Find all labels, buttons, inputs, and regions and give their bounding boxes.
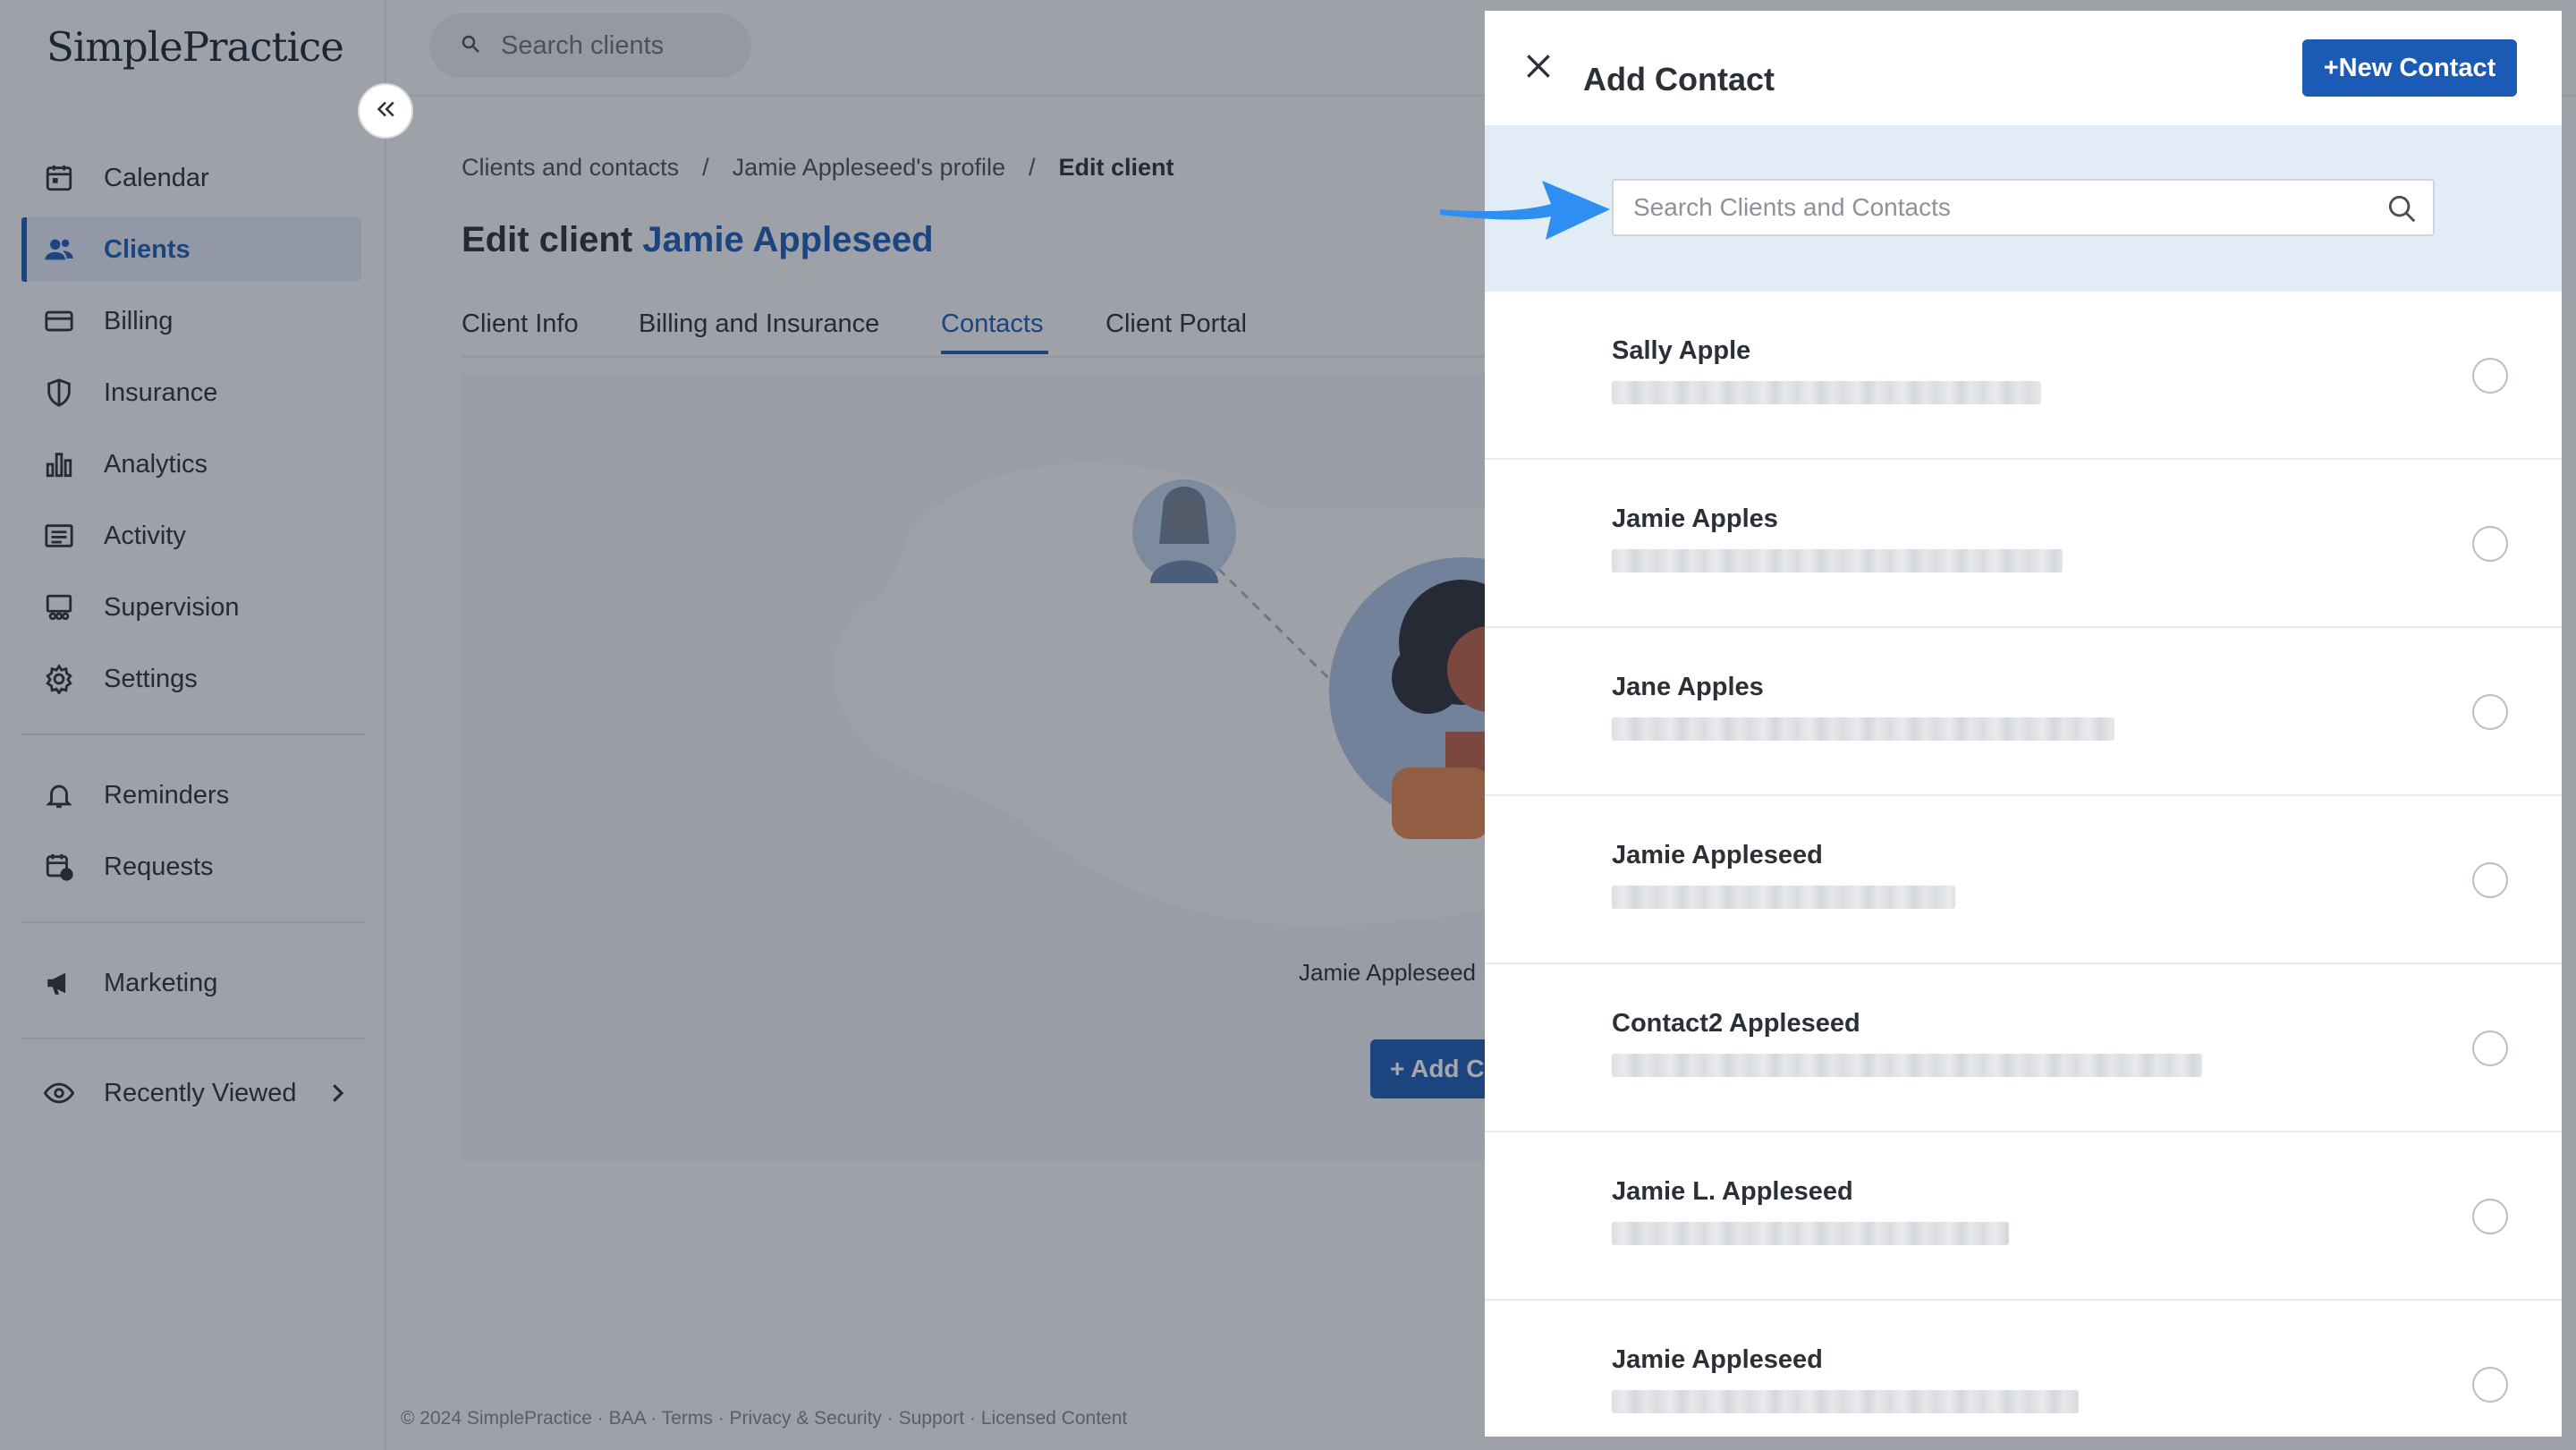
contact-details-redacted: [1612, 381, 2041, 404]
contact-details-redacted: [1612, 717, 2114, 741]
contact-details-redacted: [1612, 1054, 2202, 1077]
add-contact-drawer: Add Contact +New Contact Sally Apple Jam…: [1485, 11, 2562, 1437]
close-icon[interactable]: [1521, 48, 1556, 84]
contact-select-radio[interactable]: [2472, 1367, 2508, 1403]
contact-select-radio[interactable]: [2472, 358, 2508, 394]
contact-row[interactable]: Jamie L. Appleseed: [1485, 1132, 2562, 1301]
search-icon[interactable]: [2385, 191, 2419, 230]
contact-select-radio[interactable]: [2472, 1030, 2508, 1066]
contact-search-field[interactable]: [1612, 179, 2435, 236]
contact-row[interactable]: Jamie Appleseed: [1485, 1301, 2562, 1437]
contact-select-radio[interactable]: [2472, 694, 2508, 730]
contact-name: Jane Apples: [1612, 673, 1764, 701]
double-chevron-left-icon: [372, 96, 399, 127]
drawer-title: Add Contact: [1583, 61, 1775, 98]
contact-name: Jamie Appleseed: [1612, 1345, 1823, 1374]
contact-select-radio[interactable]: [2472, 862, 2508, 898]
contact-name: Contact2 Appleseed: [1612, 1009, 1860, 1038]
contact-row[interactable]: Jamie Apples: [1485, 460, 2562, 628]
contact-row[interactable]: Contact2 Appleseed: [1485, 964, 2562, 1132]
contact-details-redacted: [1612, 549, 2063, 572]
search-section: [1485, 125, 2562, 292]
contact-details-redacted: [1612, 1222, 2009, 1245]
contact-row[interactable]: Jane Apples: [1485, 628, 2562, 796]
contact-select-radio[interactable]: [2472, 526, 2508, 562]
new-contact-button[interactable]: +New Contact: [2302, 39, 2517, 97]
collapse-sidebar-button[interactable]: [358, 83, 413, 139]
annotation-arrow-icon: [1435, 174, 1614, 250]
contact-name: Jamie Appleseed: [1612, 841, 1823, 869]
contact-search-input[interactable]: [1633, 181, 2367, 234]
contact-select-radio[interactable]: [2472, 1199, 2508, 1234]
contact-row[interactable]: Sally Apple: [1485, 292, 2562, 460]
contact-row[interactable]: Jamie Appleseed: [1485, 796, 2562, 964]
contact-name: Sally Apple: [1612, 336, 1751, 365]
contact-details-redacted: [1612, 1390, 2079, 1413]
contact-name: Jamie Apples: [1612, 505, 1778, 533]
contact-name: Jamie L. Appleseed: [1612, 1177, 1853, 1206]
contact-details-redacted: [1612, 886, 1955, 909]
